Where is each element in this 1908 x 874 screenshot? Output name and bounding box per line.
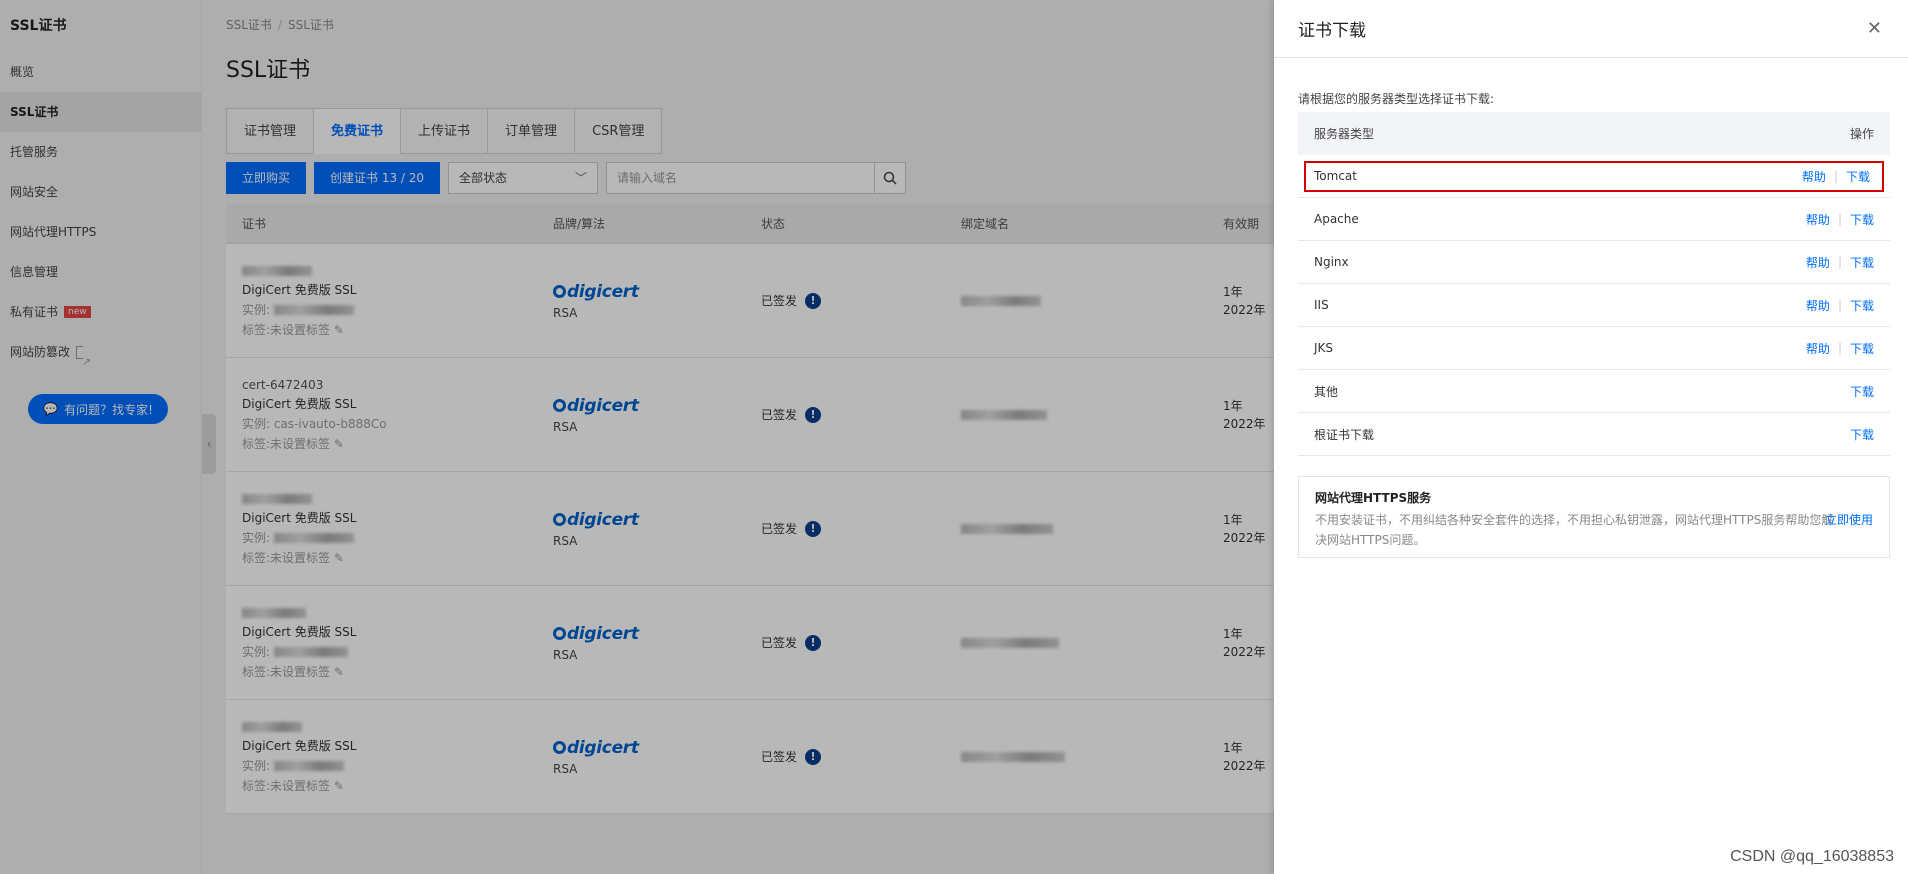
server-row: 根证书下载 下载 (1298, 413, 1890, 456)
download-link[interactable]: 下载 (1850, 426, 1874, 443)
server-ops: 帮助 | 下载 (1805, 297, 1874, 314)
close-icon[interactable]: ✕ (1867, 18, 1882, 39)
server-name: Apache (1314, 212, 1359, 226)
server-name: IIS (1314, 298, 1329, 312)
server-row: Nginx 帮助 | 下载 (1298, 241, 1890, 284)
download-link[interactable]: 下载 (1846, 168, 1870, 185)
server-table-header: 服务器类型 操作 (1298, 112, 1890, 155)
server-ops: 帮助 | 下载 (1805, 340, 1874, 357)
server-row: JKS 帮助 | 下载 (1298, 327, 1890, 370)
use-now-link[interactable]: 立即使用 (1825, 511, 1873, 528)
server-name: Tomcat (1314, 169, 1357, 183)
server-name: JKS (1314, 341, 1334, 355)
server-row: Apache 帮助 | 下载 (1298, 198, 1890, 241)
col-server-type: 服务器类型 (1314, 127, 1375, 141)
drawer-header: 证书下载 ✕ (1274, 0, 1908, 58)
col-operations: 操作 (1849, 127, 1874, 141)
cert-download-drawer: 证书下载 ✕ 请根据您的服务器类型选择证书下载: 服务器类型 操作 Tomcat… (1274, 0, 1908, 874)
help-link[interactable]: 帮助 (1806, 211, 1830, 228)
promo-title: 网站代理HTTPS服务 (1315, 491, 1432, 505)
server-name: 其他 (1314, 384, 1339, 399)
server-row: IIS 帮助 | 下载 (1298, 284, 1890, 327)
download-link[interactable]: 下载 (1850, 211, 1874, 228)
https-proxy-promo: 网站代理HTTPS服务 不用安装证书，不用纠结各种安全套件的选择，不用担心私钥泄… (1298, 476, 1890, 558)
promo-description: 不用安装证书，不用纠结各种安全套件的选择，不用担心私钥泄露，网站代理HTTPS服… (1315, 513, 1834, 547)
download-link[interactable]: 下载 (1850, 254, 1874, 271)
modal-overlay[interactable] (0, 0, 1274, 874)
server-name: Nginx (1314, 255, 1349, 269)
server-type-table: 服务器类型 操作 Tomcat 帮助 | 下载 Apache 帮助 | 下载 Nginx 帮助 | 下… (1298, 112, 1890, 456)
server-row: 其他 下载 (1298, 370, 1890, 413)
server-name: 根证书下载 (1314, 427, 1375, 442)
download-link[interactable]: 下载 (1850, 340, 1874, 357)
server-ops: 帮助 | 下载 (1805, 254, 1874, 271)
help-link[interactable]: 帮助 (1806, 297, 1830, 314)
watermark: CSDN @qq_16038853 (1730, 848, 1894, 865)
help-link[interactable]: 帮助 (1802, 168, 1826, 185)
server-ops: 帮助 | 下载 (1801, 168, 1870, 185)
download-link[interactable]: 下载 (1850, 297, 1874, 314)
help-link[interactable]: 帮助 (1806, 340, 1830, 357)
drawer-title: 证书下载 (1298, 21, 1366, 41)
download-hint: 请根据您的服务器类型选择证书下载: (1298, 92, 1495, 106)
server-ops: 下载 (1850, 383, 1874, 400)
download-link[interactable]: 下载 (1850, 383, 1874, 400)
server-ops: 下载 (1850, 426, 1874, 443)
help-link[interactable]: 帮助 (1806, 254, 1830, 271)
server-row: Tomcat 帮助 | 下载 (1298, 155, 1890, 198)
server-ops: 帮助 | 下载 (1805, 211, 1874, 228)
